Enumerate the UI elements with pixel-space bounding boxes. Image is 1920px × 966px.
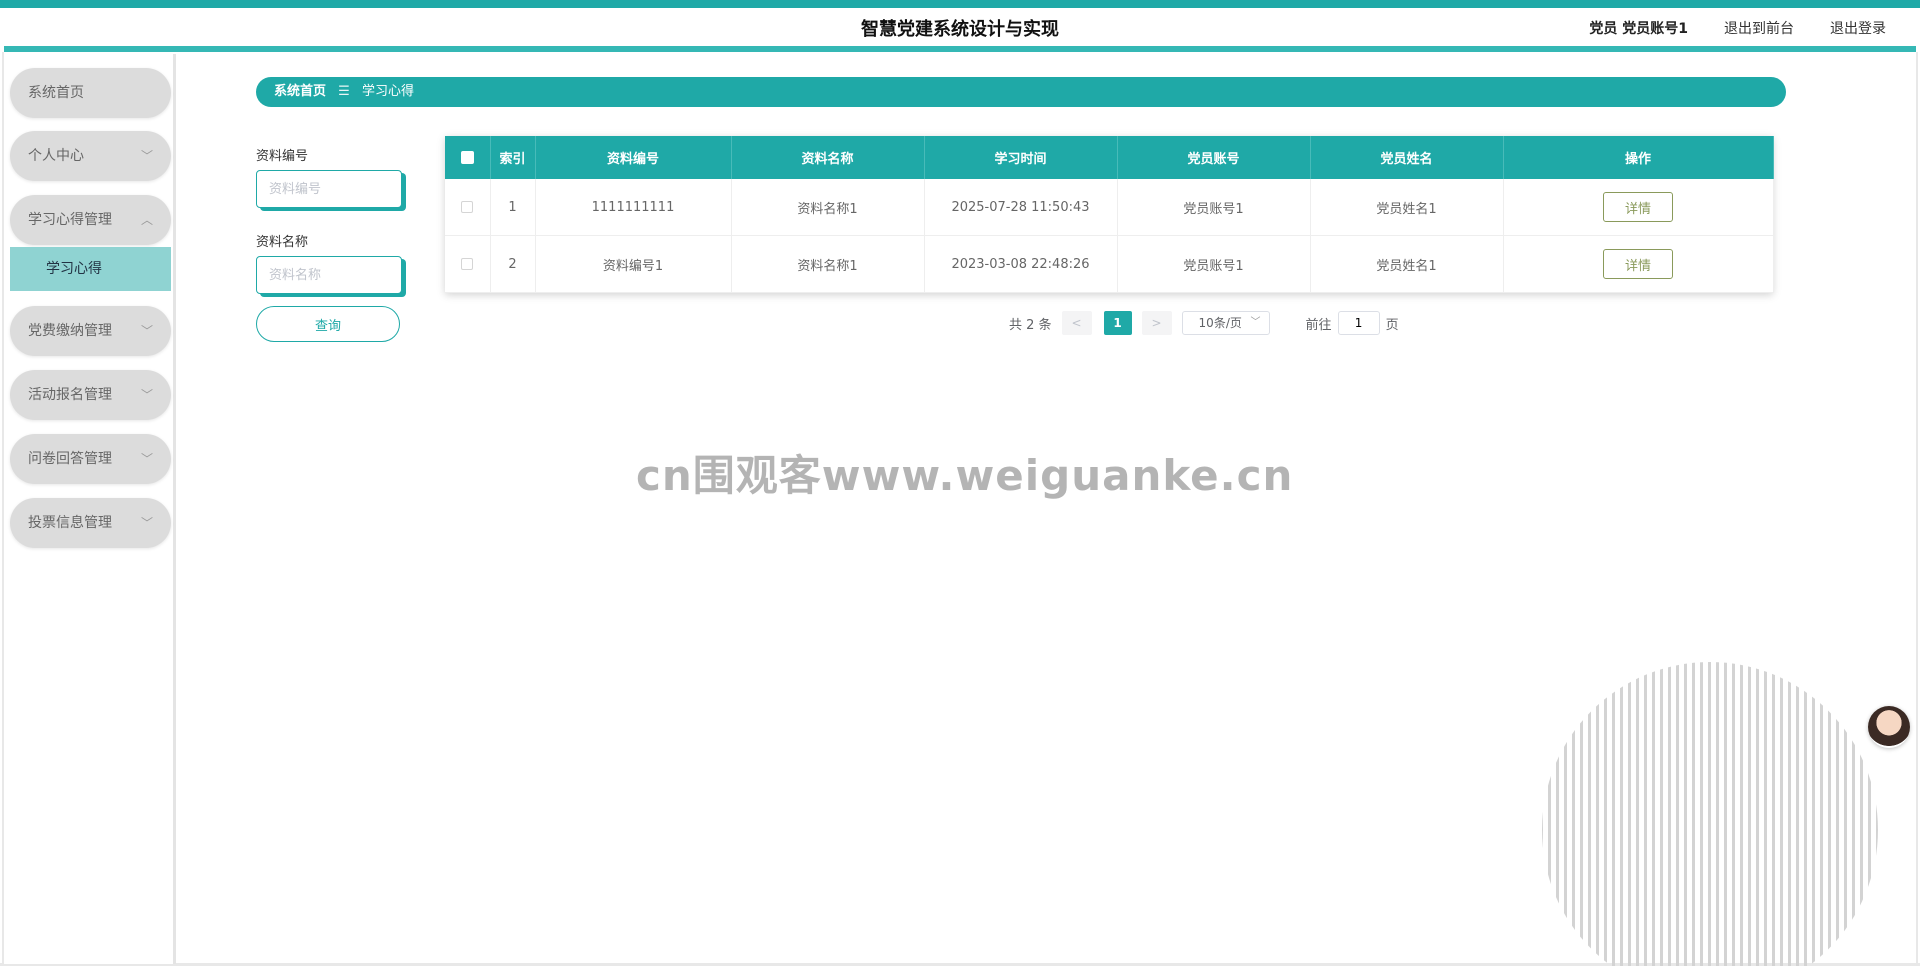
column-header-material-code: 资料编号: [535, 136, 732, 179]
chevron-down-icon: ﹀: [140, 324, 153, 338]
top-accent-strip: [0, 0, 1920, 8]
column-header-material-name: 资料名称: [731, 136, 925, 179]
cell-member-account: 党员账号1: [1117, 235, 1311, 293]
cell-material-name: 资料名称1: [731, 179, 925, 236]
next-page-button[interactable]: >: [1141, 311, 1172, 335]
sidebar-item-label: 问卷回答管理: [28, 451, 112, 467]
chevron-down-icon: ﹀: [140, 388, 153, 402]
detail-button[interactable]: 详情: [1603, 249, 1673, 279]
cell-index: 2: [490, 235, 536, 293]
material-name-label: 资料名称: [256, 235, 309, 250]
cell-study-time: 2025-07-28 11:50:43: [924, 179, 1118, 236]
cell-study-time: 2023-03-08 22:48:26: [924, 235, 1118, 293]
data-table: 索引 资料编号 资料名称 学习时间 党员账号 党员姓名 操作 1 1111111…: [445, 136, 1774, 293]
table-row: 2 资料编号1 资料名称1 2023-03-08 22:48:26 党员账号1 …: [445, 235, 1774, 293]
chevron-down-icon: ﹀: [140, 149, 153, 163]
page-number-current[interactable]: 1: [1103, 311, 1132, 335]
material-code-label: 资料编号: [256, 149, 309, 164]
cell-action: 详情: [1503, 179, 1774, 236]
breadcrumb: 系统首页 ☰ 学习心得: [256, 77, 1786, 107]
cell-index: 1: [490, 179, 536, 236]
pagination: 共 2 条 < 1 > 10条/页 ﹀ 前往 页: [1009, 310, 1399, 336]
table-header-row: 索引 资料编号 资料名称 学习时间 党员账号 党员姓名 操作: [445, 136, 1774, 179]
breadcrumb-current: 学习心得: [361, 84, 414, 99]
goto-prefix-label: 前往: [1305, 317, 1332, 333]
sidebar-item-personal-center[interactable]: 个人中心 ﹀: [10, 131, 171, 181]
material-code-input[interactable]: [256, 170, 402, 208]
user-info: 党员 党员账号1: [1589, 21, 1688, 37]
sidebar-item-study-notes-management[interactable]: 学习心得管理 ︿: [10, 195, 171, 245]
query-button[interactable]: 查询: [256, 306, 400, 342]
cell-material-name: 资料名称1: [731, 235, 925, 293]
sidebar-item-activity-signup-management[interactable]: 活动报名管理 ﹀: [10, 370, 171, 420]
page-size-value: 10条/页: [1198, 316, 1242, 330]
goto-page-input[interactable]: [1337, 311, 1380, 335]
sidebar-item-party-fee-management[interactable]: 党费缴纳管理 ﹀: [10, 306, 171, 356]
select-all-checkbox[interactable]: [460, 151, 474, 164]
column-header-member-name: 党员姓名: [1310, 136, 1504, 179]
cell-material-code: 资料编号1: [535, 235, 732, 293]
sidebar-subitem-study-notes[interactable]: 学习心得: [10, 247, 171, 291]
cell-material-code: 1111111111: [535, 179, 732, 236]
logout-link[interactable]: 退出登录: [1830, 18, 1886, 38]
breadcrumb-separator-icon: ☰: [338, 84, 350, 99]
sidebar-item-label: 活动报名管理: [28, 387, 112, 403]
cell-member-account: 党员账号1: [1117, 179, 1311, 236]
sidebar-item-label: 党费缴纳管理: [28, 323, 112, 339]
watermark-text: cn围观客www.weiguanke.cn: [636, 451, 1294, 500]
header-actions: 党员 党员账号1 退出到前台 退出登录: [1589, 18, 1886, 38]
column-header-member-account: 党员账号: [1117, 136, 1311, 179]
cell-member-name: 党员姓名1: [1310, 235, 1504, 293]
row-select-cell: [445, 179, 491, 236]
material-name-input[interactable]: [256, 256, 402, 294]
page-size-select[interactable]: 10条/页 ﹀: [1181, 311, 1270, 335]
prev-page-button[interactable]: <: [1061, 311, 1092, 335]
sidebar: 系统首页 个人中心 ﹀ 学习心得管理 ︿ 学习心得 党费缴纳管理 ﹀ 活动报名管…: [4, 54, 176, 964]
column-header-index: 索引: [490, 136, 536, 179]
column-header-study-time: 学习时间: [924, 136, 1118, 179]
row-checkbox[interactable]: [461, 258, 474, 270]
cell-action: 详情: [1503, 235, 1774, 293]
sidebar-item-home[interactable]: 系统首页: [10, 68, 171, 118]
detail-button[interactable]: 详情: [1603, 192, 1673, 222]
breadcrumb-home[interactable]: 系统首页: [274, 84, 326, 99]
select-all-cell: [445, 136, 491, 179]
table-row: 1 1111111111 资料名称1 2025-07-28 11:50:43 党…: [445, 179, 1774, 236]
chevron-down-icon: ﹀: [140, 516, 153, 530]
sidebar-item-label: 学习心得管理: [28, 212, 112, 228]
column-header-action: 操作: [1503, 136, 1774, 179]
sidebar-item-vote-management[interactable]: 投票信息管理 ﹀: [10, 498, 171, 548]
row-checkbox[interactable]: [461, 201, 474, 213]
chevron-up-icon: ︿: [140, 213, 153, 227]
exit-to-frontend-link[interactable]: 退出到前台: [1724, 18, 1794, 38]
frame-right-border: [1916, 52, 1918, 964]
decorative-striped-circle: [1542, 662, 1878, 966]
pagination-total: 共 2 条: [1009, 317, 1052, 333]
sidebar-item-label: 投票信息管理: [28, 515, 112, 531]
chevron-down-icon: ﹀: [1250, 317, 1261, 328]
header: 智慧党建系统设计与实现 党员 党员账号1 退出到前台 退出登录: [4, 8, 1916, 52]
sidebar-item-label: 系统首页: [28, 85, 84, 101]
goto-suffix-label: 页: [1385, 317, 1399, 333]
chevron-down-icon: ﹀: [140, 452, 153, 466]
cell-member-name: 党员姓名1: [1310, 179, 1504, 236]
assistant-avatar-icon[interactable]: [1868, 706, 1910, 748]
sidebar-item-label: 个人中心: [28, 148, 84, 164]
row-select-cell: [445, 235, 491, 293]
sidebar-item-questionnaire-management[interactable]: 问卷回答管理 ﹀: [10, 434, 171, 484]
